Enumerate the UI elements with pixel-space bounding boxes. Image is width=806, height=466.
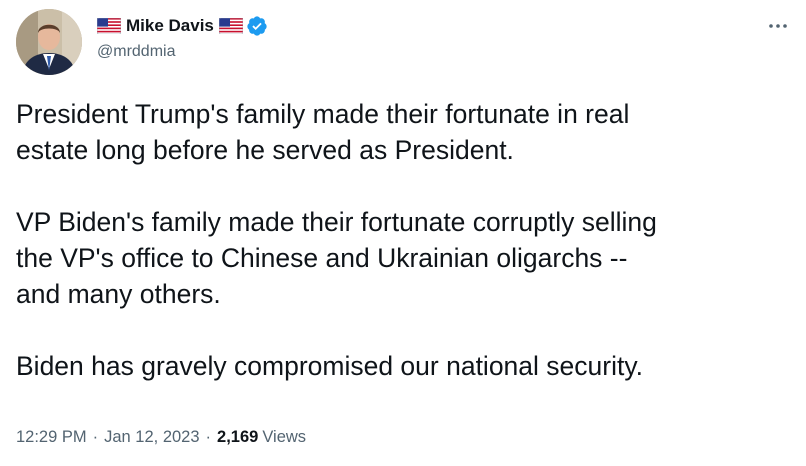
tweet-paragraph: VP Biden's family made their fortunate c…	[16, 207, 657, 309]
author-name-row[interactable]: Mike Davis	[97, 14, 268, 38]
tweet-paragraph: President Trump's family made their fort…	[16, 99, 630, 165]
author-handle[interactable]: @mrddmia	[97, 43, 175, 61]
views-label: Views	[262, 428, 307, 446]
us-flag-icon	[97, 18, 121, 34]
tweet-text: President Trump's family made their fort…	[16, 96, 796, 384]
us-flag-icon	[218, 18, 243, 34]
separator: ·	[205, 428, 212, 446]
author-display-name[interactable]: Mike Davis	[126, 16, 214, 36]
tweet-time[interactable]: 12:29 PM	[16, 428, 87, 447]
avatar[interactable]	[16, 9, 82, 75]
views-count: 2,169	[217, 428, 259, 446]
tweet-paragraph: Biden has gravely compromised our nation…	[16, 351, 643, 381]
more-options-icon[interactable]	[764, 12, 792, 40]
tweet-date[interactable]: Jan 12, 2023	[104, 428, 199, 447]
separator: ·	[92, 428, 99, 446]
tweet-card: Mike Davis @mrddmia President Trump's fa…	[0, 0, 806, 466]
tweet-metadata: 12:29 PM · Jan 12, 2023 · 2,169 Views	[16, 428, 306, 447]
verified-badge-icon[interactable]	[246, 15, 268, 37]
